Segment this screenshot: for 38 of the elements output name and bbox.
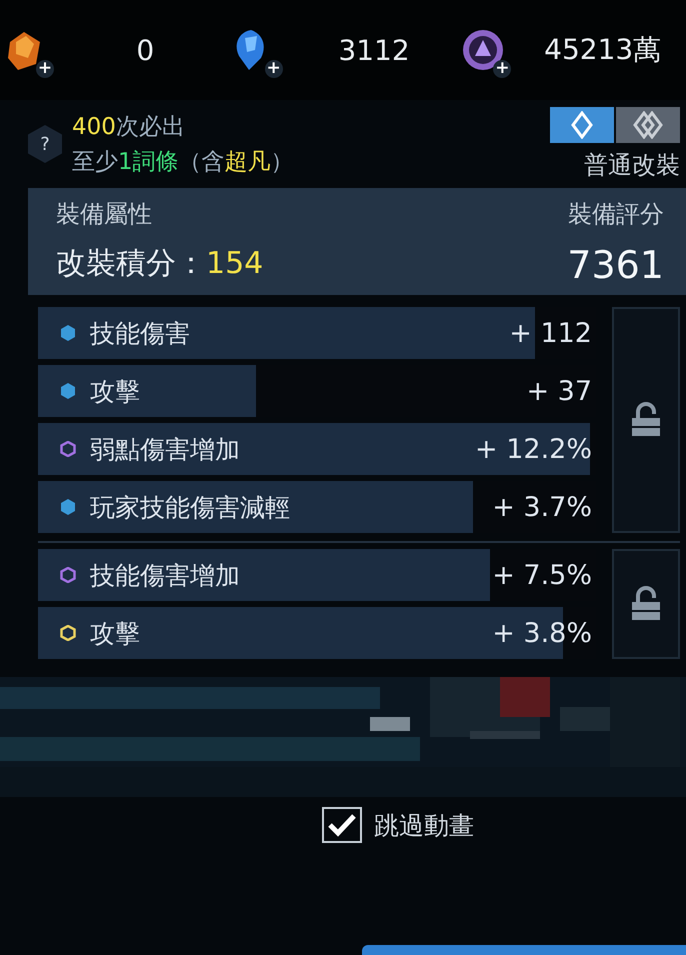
currency-amount: 45213萬 [543, 32, 662, 68]
currency-amount: 0 [135, 34, 156, 66]
unlocked-padlock-icon[interactable] [630, 586, 662, 622]
lock-button[interactable] [612, 307, 680, 533]
panel-title: 裝備屬性 [56, 199, 153, 230]
mode-tab[interactable] [616, 107, 680, 143]
add-button[interactable]: + [264, 60, 283, 78]
double-diamond-icon [633, 111, 663, 139]
mode-label: 普通改裝 [584, 150, 680, 181]
help-button[interactable]: ? [28, 125, 62, 163]
currency-amount: 3112 [337, 34, 411, 66]
unlocked-padlock-icon[interactable] [630, 402, 662, 438]
score-label: 裝備評分 [567, 199, 664, 230]
stat-value: + 12.2% [475, 434, 593, 464]
stat-name: 玩家技能傷害減輕 [90, 492, 291, 524]
stat-name: 技能傷害 [90, 318, 191, 350]
stat-value: + 7.5% [492, 560, 593, 590]
skip-label: 跳過動畫 [374, 810, 474, 842]
stat-name: 攻擊 [90, 376, 141, 408]
stat-name: 攻擊 [90, 618, 141, 650]
stat-value: + 37 [526, 376, 593, 406]
diamond-icon [571, 111, 593, 139]
points-label: 改裝積分： [56, 244, 206, 282]
score-value: 7361 [567, 242, 664, 288]
skip-checkbox[interactable] [322, 807, 362, 843]
add-button[interactable]: + [36, 60, 54, 78]
stat-value: + 3.7% [492, 492, 593, 522]
stat-value: + 112 [509, 318, 593, 348]
add-button[interactable]: + [493, 60, 512, 78]
mode-tab[interactable] [550, 107, 614, 143]
checkmark-icon [327, 813, 357, 837]
points-value: 154 [206, 246, 264, 280]
guarantee-text: 至少1詞條（含超凡） [72, 148, 295, 177]
pity-text: 400次必出 [72, 113, 186, 142]
lock-button[interactable] [612, 549, 680, 659]
stat-name: 技能傷害增加 [90, 560, 241, 592]
stat-name: 弱點傷害增加 [90, 434, 241, 466]
stat-value: + 3.8% [492, 618, 593, 648]
